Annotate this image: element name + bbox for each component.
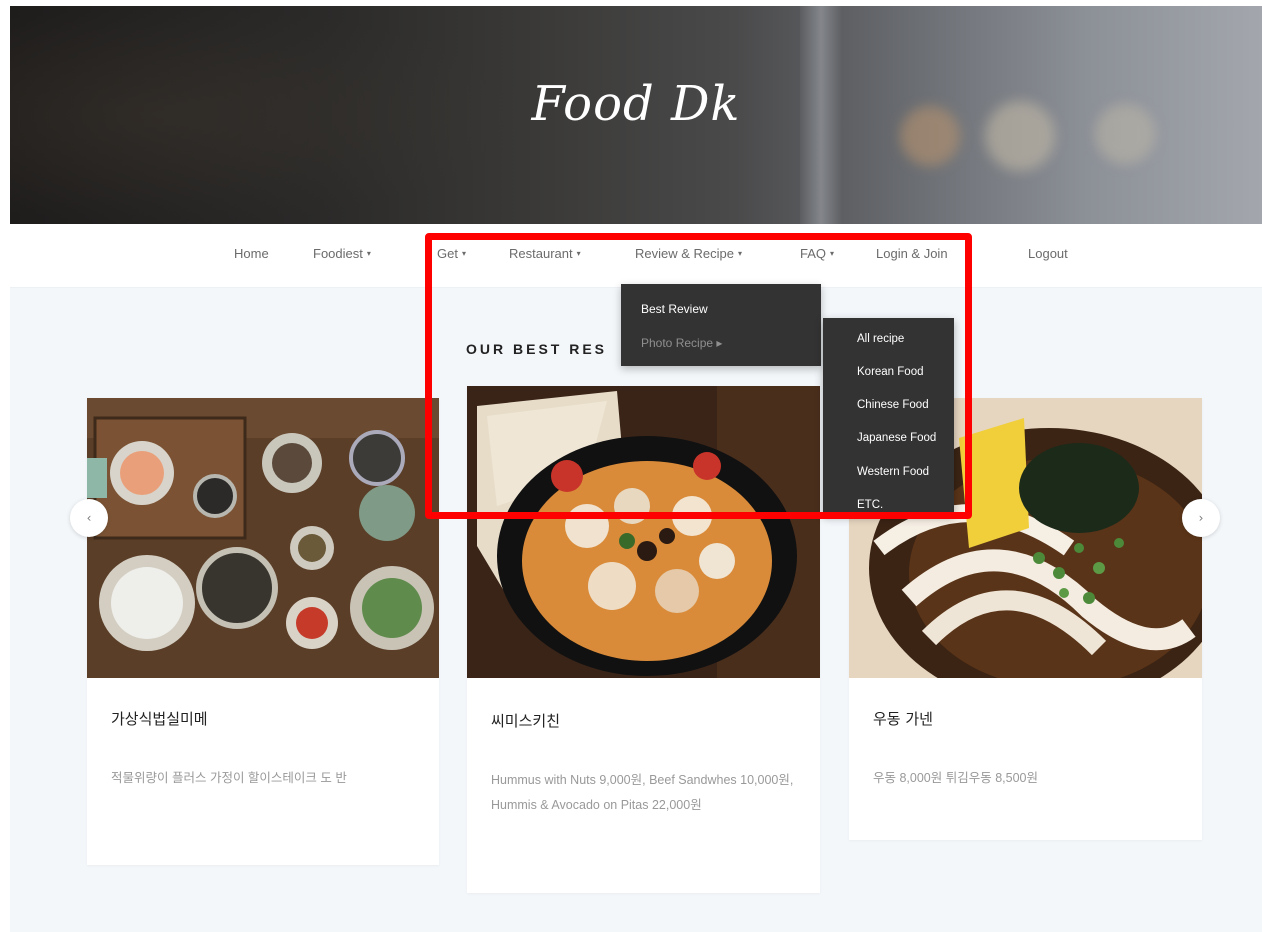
card-title[interactable]: 우동 가넨 (873, 708, 933, 729)
nav-item-label: Home (234, 246, 269, 261)
nav-item-label: Foodiest (313, 246, 363, 261)
chevron-right-icon: › (1198, 511, 1204, 525)
card-image (87, 398, 439, 678)
carousel-prev-button[interactable]: ‹ (70, 499, 108, 537)
card-description: Hummus with Nuts 9,000원, Beef Sandwhes 1… (491, 773, 794, 812)
card-title[interactable]: 씨미스키친 (491, 710, 560, 731)
nav-item-logout[interactable]: Logout (1028, 246, 1068, 261)
caret-down-icon: ▾ (366, 249, 371, 258)
nav-item-foodiest[interactable]: Foodiest ▾ (313, 246, 371, 261)
nav-item-home[interactable]: Home (234, 246, 269, 261)
hero-banner: Food Dk (10, 6, 1262, 224)
card-description: 우동 8,000원 튀김우동 8,500원 (873, 771, 1038, 785)
site-logo[interactable]: Food Dk (10, 76, 1262, 132)
carousel-next-button[interactable]: › (1182, 499, 1220, 537)
highlight-box (425, 233, 972, 519)
card-description: 적물위량이 플러스 가정이 할이스테이크 도 반 (111, 771, 347, 785)
nav-item-label: Logout (1028, 246, 1068, 261)
chevron-left-icon: ‹ (86, 511, 92, 525)
card-title[interactable]: 가상식법실미메 (111, 708, 208, 729)
korean-table-photo (87, 398, 439, 678)
restaurant-card[interactable]: 가상식법실미메 적물위량이 플러스 가정이 할이스테이크 도 반 (87, 398, 439, 865)
